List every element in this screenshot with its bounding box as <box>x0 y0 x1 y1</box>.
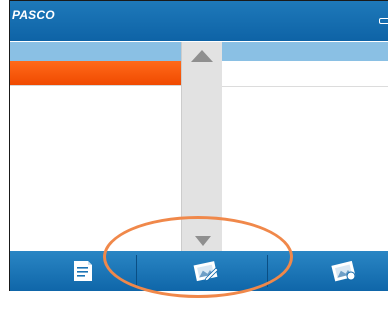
battery-icon <box>379 18 388 24</box>
list-divider <box>222 86 388 87</box>
photo-settings-icon <box>331 260 356 282</box>
left-list-header <box>10 42 181 61</box>
list-divider <box>10 85 181 86</box>
triangle-up-icon[interactable] <box>191 50 213 62</box>
edit-photo-icon <box>193 261 219 282</box>
bottom-toolbar <box>10 251 388 291</box>
list-item-selected[interactable] <box>10 61 181 85</box>
brand-logo: PASCO <box>12 8 55 22</box>
triangle-down-icon[interactable] <box>195 236 211 246</box>
title-bar: PASCO <box>10 1 388 41</box>
photo-settings-button[interactable] <box>268 251 388 291</box>
scrollbar[interactable] <box>181 42 222 251</box>
notes-button[interactable] <box>10 251 136 291</box>
notes-page-icon <box>74 261 92 281</box>
right-list-header <box>222 42 388 61</box>
app-window: PASCO <box>9 0 388 291</box>
edit-photo-button[interactable] <box>137 251 267 291</box>
